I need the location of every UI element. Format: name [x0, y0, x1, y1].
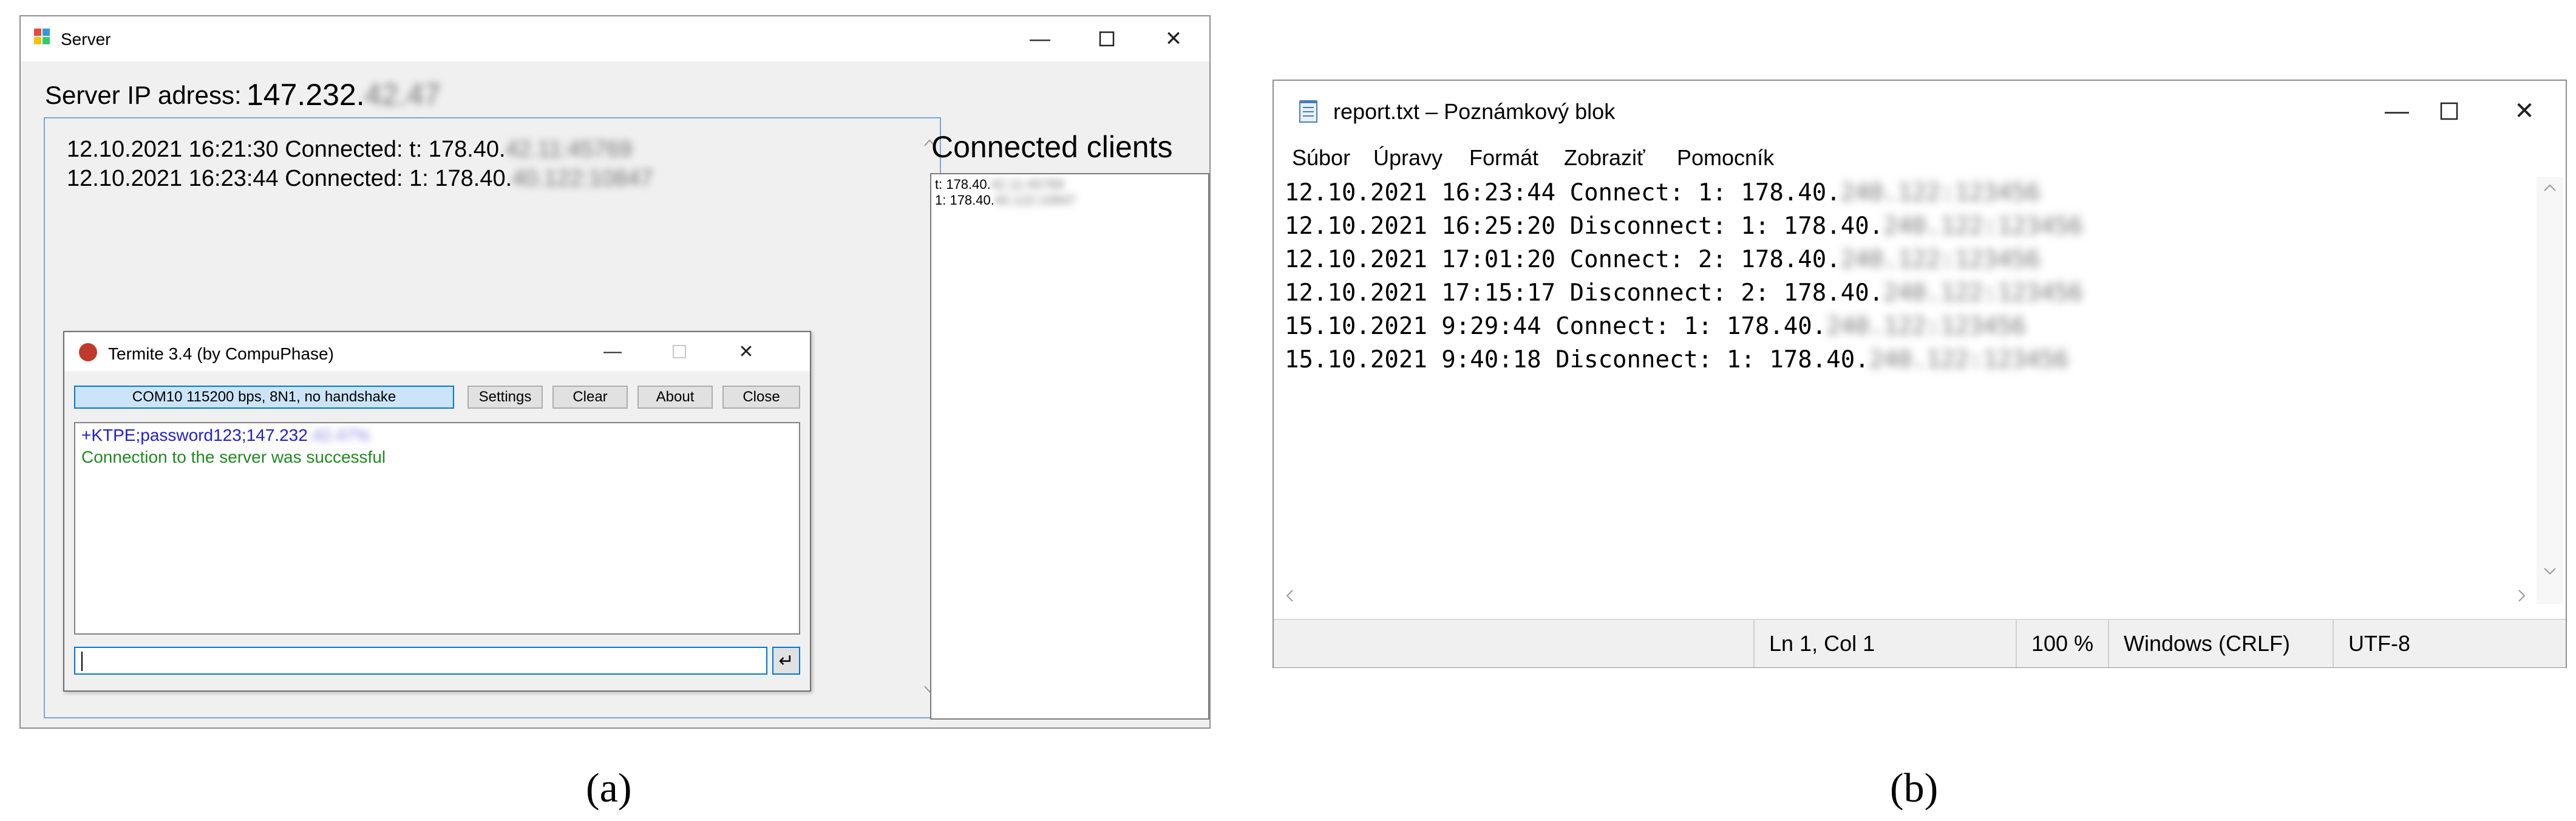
menu-view[interactable]: Zobraziť [1564, 145, 1645, 171]
connected-clients-title: Connected clients [931, 130, 1173, 164]
log-line: 12.10.2021 16:21:30 Connected: t: 178.40… [67, 137, 633, 162]
connected-clients-list[interactable]: t: 178.40.42.11:45769 1: 178.40.40.122:1… [930, 173, 1209, 720]
line-ending: Windows (CRLF) [2108, 620, 2333, 667]
menu-format[interactable]: Formát [1469, 145, 1538, 171]
chevron-right-icon [2518, 590, 2526, 602]
text-line: 12.10.2021 17:15:17 Disconnect: 2: 178.4… [1285, 279, 2083, 307]
text-line: 12.10.2021 16:25:20 Disconnect: 1: 178.4… [1285, 213, 2083, 240]
close-button[interactable]: ✕ [1140, 16, 1207, 61]
maximize-icon [2440, 102, 2458, 120]
text-line: 15.10.2021 9:40:18 Disconnect: 1: 178.40… [1285, 346, 2069, 373]
text-line: 12.10.2021 16:23:44 Connect: 1: 178.40.2… [1285, 179, 2041, 206]
encoding: UTF-8 [2333, 620, 2564, 667]
text-editor[interactable]: 12.10.2021 16:23:44 Connect: 1: 178.40.2… [1277, 177, 2535, 604]
client-item[interactable]: 1: 178.40.40.122:10847 [935, 192, 1076, 208]
minimize-button[interactable]: — [1007, 16, 1073, 61]
cursor-position: Ln 1, Col 1 [1753, 620, 2016, 667]
server-window: Server — ✕ Server IP adress: 147.232.42.… [19, 15, 1211, 729]
close-button[interactable]: Close [722, 386, 800, 409]
clear-button[interactable]: Clear [552, 386, 628, 409]
received-response: Connection to the server was successful [81, 448, 386, 466]
menu-help[interactable]: Pomocník [1677, 145, 1774, 171]
about-button[interactable]: About [637, 386, 713, 409]
close-button[interactable]: ✕ [2482, 81, 2567, 141]
termite-app-icon [79, 343, 97, 361]
notepad-title: report.txt – Poznámkový blok [1333, 99, 1616, 124]
send-button[interactable]: ↵ [772, 647, 800, 675]
server-ip-value: 147.232.42.47 [246, 78, 441, 112]
termite-input[interactable] [74, 647, 767, 675]
caption-a: (a) [586, 765, 632, 811]
close-icon: ✕ [1164, 27, 1183, 50]
termite-maximize-button[interactable] [646, 332, 713, 371]
zoom-level: 100 % [2016, 620, 2108, 667]
termite-close-button[interactable]: ✕ [713, 332, 780, 371]
sent-command: +KTPE;password123;147.232.42.47% [81, 426, 370, 445]
maximize-icon [1099, 31, 1115, 47]
ip-blurred: 42.47 [364, 78, 441, 112]
chevron-down-icon [2544, 568, 2556, 575]
maximize-button[interactable] [1073, 16, 1140, 61]
chevron-up-icon [2544, 184, 2556, 191]
server-window-title: Server [61, 30, 111, 49]
close-icon: ✕ [2514, 98, 2535, 124]
maximize-button[interactable] [2407, 81, 2492, 141]
notepad-window: report.txt – Poznámkový blok — ✕ Súbor Ú… [1273, 80, 2567, 668]
minimize-icon: — [603, 341, 622, 361]
settings-button[interactable]: Settings [467, 386, 543, 409]
text-line: 15.10.2021 9:29:44 Connect: 1: 178.40.24… [1285, 313, 2026, 340]
notepad-icon [1299, 100, 1317, 123]
termite-titlebar[interactable]: Termite 3.4 (by CompuPhase) — ✕ [64, 332, 810, 371]
port-status-button[interactable]: COM10 115200 bps, 8N1, no handshake [74, 386, 454, 409]
termite-minimize-button[interactable]: — [579, 332, 646, 371]
caption-b: (b) [1890, 765, 1939, 811]
menu-edit[interactable]: Úpravy [1373, 145, 1443, 171]
chevron-left-icon [1286, 590, 1293, 602]
vertical-scrollbar[interactable] [2537, 177, 2563, 604]
minimize-icon: — [1030, 27, 1050, 50]
app-window-icon [34, 29, 50, 44]
close-icon: ✕ [738, 341, 754, 362]
termite-output[interactable]: +KTPE;password123;147.232.42.47% Connect… [74, 422, 800, 635]
termite-window: Termite 3.4 (by CompuPhase) — ✕ COM10 11… [63, 331, 811, 692]
server-titlebar[interactable]: Server — ✕ [21, 16, 1209, 61]
server-ip-label: Server IP adress: [45, 81, 242, 109]
enter-icon: ↵ [778, 650, 794, 671]
status-bar: Ln 1, Col 1 100 % Windows (CRLF) UTF-8 [1274, 619, 2566, 667]
minimize-icon: — [2385, 97, 2409, 124]
log-line: 12.10.2021 16:23:44 Connected: 1: 178.40… [67, 166, 653, 191]
client-item[interactable]: t: 178.40.42.11:45769 [935, 177, 1064, 192]
text-line: 12.10.2021 17:01:20 Connect: 2: 178.40.2… [1285, 246, 2041, 273]
horizontal-scrollbar[interactable] [1277, 587, 2535, 604]
text-caret [81, 652, 83, 671]
maximize-icon [673, 345, 686, 358]
termite-title: Termite 3.4 (by CompuPhase) [108, 344, 334, 363]
menu-file[interactable]: Súbor [1292, 145, 1350, 171]
